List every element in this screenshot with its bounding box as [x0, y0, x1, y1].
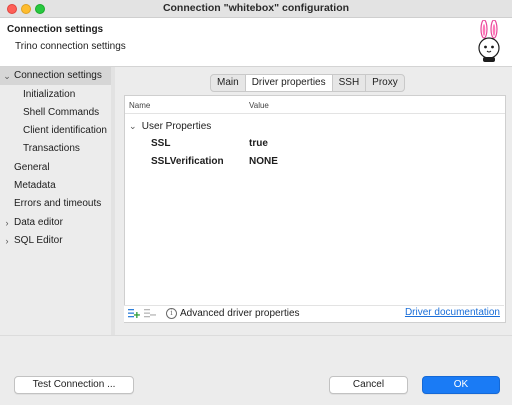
- sidebar-item-label: SQL Editor: [14, 235, 63, 246]
- remove-property-icon[interactable]: [144, 308, 156, 319]
- chevron-right-icon[interactable]: ›: [3, 214, 11, 232]
- info-icon: i: [166, 308, 177, 319]
- window-titlebar: Connection "whitebox" configuration: [0, 0, 512, 18]
- sidebar-item-label: Initialization: [23, 89, 76, 100]
- sidebar-item-label: Errors and timeouts: [14, 198, 102, 209]
- window-title: Connection "whitebox" configuration: [162, 2, 350, 14]
- tab-main[interactable]: Main: [211, 75, 246, 91]
- sidebar-item-metadata[interactable]: Metadata: [0, 177, 111, 195]
- property-name-sslverification[interactable]: SSLVerification: [151, 154, 224, 170]
- sidebar-item-general[interactable]: General: [0, 159, 111, 177]
- tree-group-user-properties[interactable]: ⌄ User Properties: [129, 118, 211, 134]
- advanced-driver-properties-label: Advanced driver properties: [180, 308, 300, 319]
- sidebar-item-sql-editor[interactable]: › SQL Editor: [0, 232, 111, 250]
- column-header-name[interactable]: Name: [129, 101, 150, 110]
- sidebar-item-client-identification[interactable]: Client identification: [0, 122, 111, 140]
- property-value-sslverification[interactable]: NONE: [249, 154, 278, 170]
- driver-documentation-link[interactable]: Driver documentation: [405, 307, 500, 318]
- header-subtitle: Trino connection settings: [15, 41, 126, 52]
- properties-toolbar: i Advanced driver properties Driver docu…: [124, 305, 504, 322]
- sidebar-item-data-editor[interactable]: › Data editor: [0, 214, 111, 232]
- settings-sidebar: ⌄ Connection settings Initialization She…: [0, 67, 111, 335]
- sidebar-item-label: Data editor: [14, 217, 63, 228]
- chevron-down-icon[interactable]: ⌄: [3, 67, 11, 85]
- test-connection-button[interactable]: Test Connection ...: [14, 376, 134, 394]
- header-title: Connection settings: [7, 24, 104, 35]
- sidebar-item-label: Metadata: [14, 180, 56, 191]
- sidebar-item-label: Transactions: [23, 143, 80, 154]
- sidebar-item-shell-commands[interactable]: Shell Commands: [0, 104, 111, 122]
- header-divider: [125, 113, 505, 114]
- tab-driver-properties[interactable]: Driver properties: [245, 75, 333, 91]
- sidebar-item-initialization[interactable]: Initialization: [0, 86, 111, 104]
- driver-properties-table: Name Value ⌄ User Properties SSL true SS…: [124, 95, 506, 323]
- sidebar-item-label: General: [14, 162, 50, 173]
- sidebar-item-connection-settings[interactable]: ⌄ Connection settings: [0, 67, 111, 85]
- column-header-value[interactable]: Value: [249, 101, 269, 110]
- footer-divider: [0, 335, 512, 336]
- panel-splitter[interactable]: [111, 67, 115, 335]
- group-label: User Properties: [141, 121, 212, 132]
- sidebar-item-errors-and-timeouts[interactable]: Errors and timeouts: [0, 195, 111, 213]
- tab-bar: Main Driver properties SSH Proxy: [210, 74, 405, 92]
- sidebar-item-label: Connection settings: [14, 70, 102, 81]
- sidebar-item-label: Shell Commands: [23, 107, 100, 118]
- chevron-right-icon[interactable]: ›: [3, 232, 11, 250]
- rabbit-logo-icon: [478, 20, 500, 62]
- property-name-ssl[interactable]: SSL: [151, 136, 170, 152]
- add-property-icon[interactable]: [128, 308, 140, 319]
- chevron-down-icon[interactable]: ⌄: [129, 118, 139, 134]
- ok-button[interactable]: OK: [422, 376, 500, 394]
- tab-proxy[interactable]: Proxy: [366, 75, 404, 91]
- property-value-ssl[interactable]: true: [249, 136, 268, 152]
- sidebar-item-label: Client identification: [23, 125, 107, 136]
- dialog-header: Connection settings Trino connection set…: [0, 18, 512, 67]
- sidebar-item-transactions[interactable]: Transactions: [0, 140, 111, 158]
- tab-ssh[interactable]: SSH: [333, 75, 367, 91]
- cancel-button[interactable]: Cancel: [329, 376, 408, 394]
